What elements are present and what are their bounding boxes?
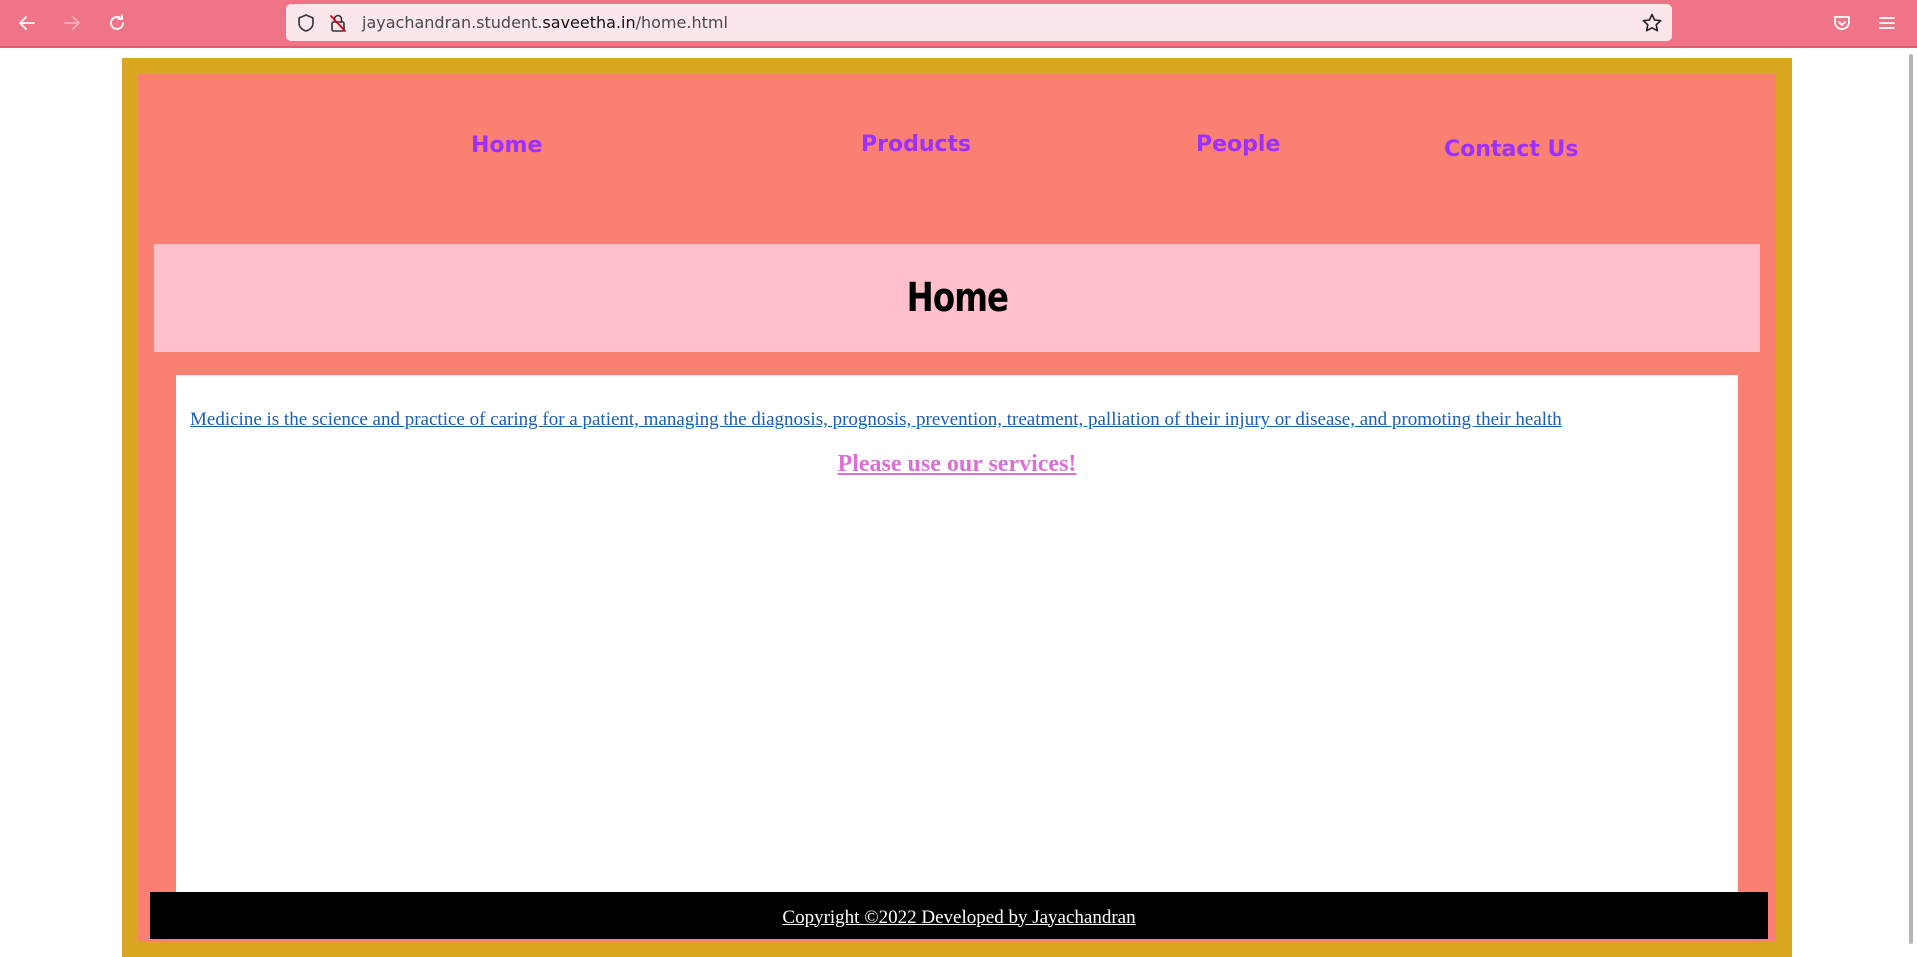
back-arrow-icon[interactable] [12, 8, 42, 38]
services-cta: Please use our services! [176, 451, 1738, 478]
scrollbar-thumb[interactable] [1909, 54, 1913, 944]
services-cta-link[interactable]: Please use our services! [838, 451, 1077, 477]
nav-people-link[interactable]: People [1196, 132, 1280, 157]
url-path: /home.html [635, 13, 728, 32]
address-bar[interactable]: jayachandran.student.saveetha.in/home.ht… [286, 4, 1672, 41]
forward-arrow-icon[interactable] [57, 8, 87, 38]
star-icon[interactable] [1641, 12, 1663, 34]
content-panel: Medicine is the science and practice of … [176, 375, 1738, 892]
nav-home-link[interactable]: Home [471, 133, 542, 158]
page-scrollbar[interactable] [1905, 48, 1917, 957]
page-title: Home [906, 275, 1008, 321]
intro-paragraph-link[interactable]: Medicine is the science and practice of … [190, 409, 1730, 431]
reload-icon[interactable] [102, 8, 132, 38]
pocket-icon[interactable] [1827, 8, 1857, 38]
shield-icon[interactable] [295, 12, 317, 34]
page-banner: Home [154, 244, 1760, 352]
url-domain: saveetha.in [542, 13, 636, 32]
nav-contact-link[interactable]: Contact Us [1444, 137, 1578, 162]
nav-products-link[interactable]: Products [861, 132, 971, 157]
menu-icon[interactable] [1872, 8, 1902, 38]
url-prefix: jayachandran.student. [362, 13, 543, 32]
insecure-lock-icon[interactable] [327, 12, 349, 34]
copyright-text[interactable]: Copyright ©2022 Developed by Jayachandra… [782, 903, 1135, 929]
url-text[interactable]: jayachandran.student.saveetha.in/home.ht… [362, 4, 728, 41]
footer: Copyright ©2022 Developed by Jayachandra… [150, 892, 1768, 939]
browser-toolbar: jayachandran.student.saveetha.in/home.ht… [0, 0, 1917, 48]
